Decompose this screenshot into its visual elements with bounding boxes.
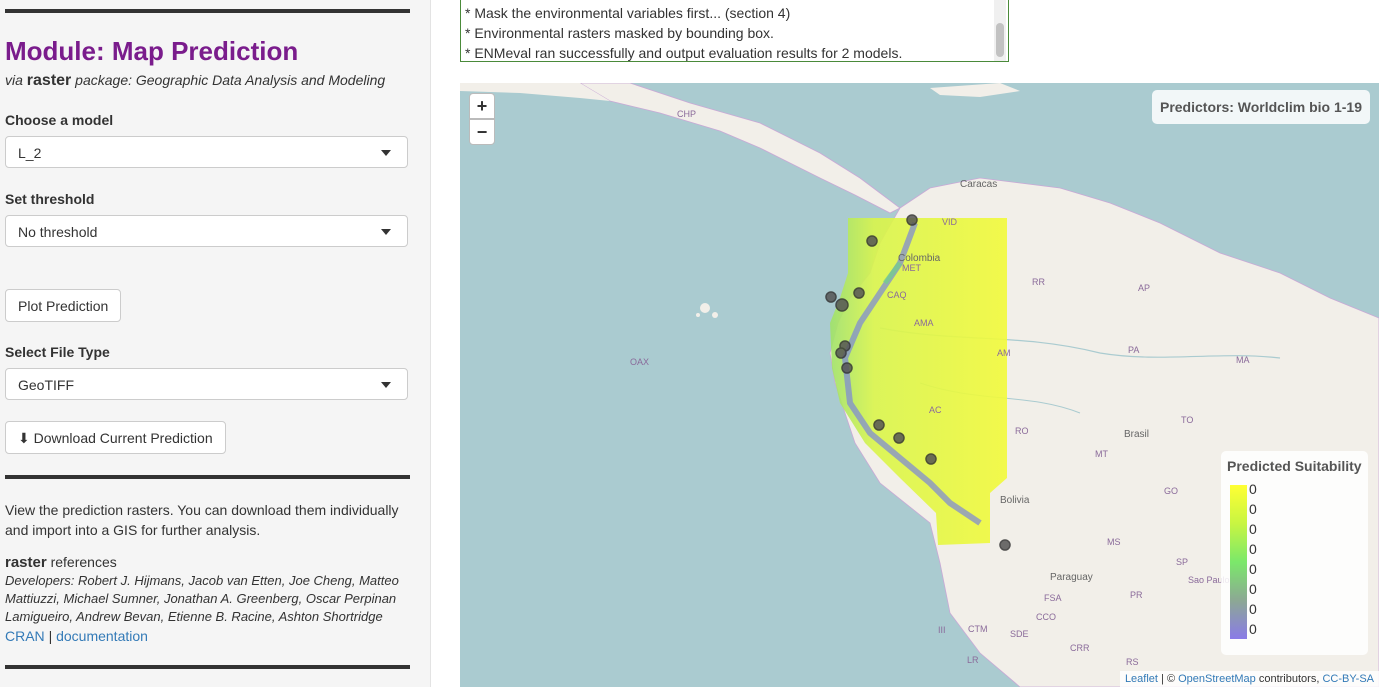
chevron-down-icon — [381, 382, 391, 388]
threshold-select-value: No threshold — [18, 224, 98, 240]
map-label: AMA — [914, 318, 934, 328]
map-label: MS — [1107, 537, 1121, 547]
map-label: RS — [1126, 657, 1139, 667]
cran-link[interactable]: CRAN — [5, 628, 45, 644]
predictors-label: Predictors: Worldclim bio 1-19 — [1151, 90, 1370, 124]
map-label: AC — [929, 405, 942, 415]
sidebar-panel: Module: Map Prediction via raster packag… — [0, 0, 431, 687]
map-label: SP — [1176, 557, 1188, 567]
map-label: Bolivia — [1000, 495, 1030, 506]
legend-color-bar — [1230, 485, 1247, 639]
subtitle-package: raster — [26, 72, 72, 89]
map-label: OAX — [630, 357, 649, 367]
map-label: TO — [1181, 415, 1193, 425]
chevron-down-icon — [381, 150, 391, 156]
download-icon: ⬇ — [18, 430, 30, 446]
download-button-label: Download Current Prediction — [33, 430, 213, 446]
model-select[interactable]: L_2 — [5, 136, 408, 168]
plot-prediction-button[interactable]: Plot Prediction — [5, 289, 122, 322]
suitability-legend: Predicted Suitability 0 0 0 0 0 0 0 0 — [1221, 451, 1368, 655]
threshold-select[interactable]: No threshold — [5, 215, 408, 247]
attribution-separator: | © — [1161, 673, 1176, 685]
map-label: Paraguay — [1050, 572, 1093, 583]
map-label: PA — [1128, 345, 1139, 355]
legend-tick: 0 — [1249, 581, 1257, 597]
legend-tick: 0 — [1249, 501, 1257, 517]
model-label: Choose a model — [5, 112, 114, 128]
map-label: MT — [1095, 449, 1108, 459]
map-label: AP — [1138, 283, 1150, 293]
map-label: CRR — [1070, 643, 1090, 653]
map-attribution: Leaflet | © OpenStreetMap contributors, … — [1119, 671, 1379, 687]
documentation-link[interactable]: documentation — [56, 628, 148, 644]
map-label: CHP — [677, 109, 696, 119]
ref-word: references — [50, 554, 117, 570]
legend-tick: 0 — [1249, 601, 1257, 617]
filetype-select[interactable]: GeoTIFF — [5, 368, 408, 400]
subtitle-rest: package: Geographic Data Analysis and Mo… — [75, 72, 386, 88]
ref-links: CRAN | documentation — [5, 626, 415, 646]
legend-title: Predicted Suitability — [1227, 458, 1362, 474]
log-line: * Environmental rasters masked by boundi… — [465, 25, 774, 41]
middle-divider — [5, 475, 410, 479]
map-label: GO — [1164, 486, 1178, 496]
legend-tick: 0 — [1249, 521, 1257, 537]
osm-link[interactable]: OpenStreetMap — [1178, 673, 1256, 685]
module-title: Module: Map Prediction — [5, 36, 299, 66]
prediction-map[interactable]: OAX CHP Caracas VID Colombia MET CAQ AMA… — [460, 83, 1379, 687]
map-label: SDE — [1010, 629, 1029, 639]
filetype-label: Select File Type — [5, 344, 110, 360]
leaflet-link[interactable]: Leaflet — [1125, 673, 1158, 685]
log-line: * ENMeval ran successfully and output ev… — [465, 45, 903, 61]
map-label: RO — [1015, 426, 1029, 436]
bottom-divider — [5, 665, 410, 669]
map-label: Caracas — [960, 179, 997, 190]
map-label: VID — [942, 217, 958, 227]
description-text: View the prediction rasters. You can dow… — [5, 502, 399, 538]
legend-tick: 0 — [1249, 561, 1257, 577]
license-link[interactable]: CC-BY-SA — [1322, 673, 1374, 685]
map-label: AM — [997, 348, 1011, 358]
map-label: RR — [1032, 277, 1045, 287]
log-line: * Mask the environmental variables first… — [465, 5, 791, 21]
filetype-select-value: GeoTIFF — [18, 377, 75, 393]
attribution-contributors: contributors, — [1258, 673, 1320, 685]
map-label: III — [938, 625, 946, 635]
chevron-down-icon — [381, 229, 391, 235]
log-scrollbar-thumb[interactable] — [996, 23, 1004, 57]
map-label: CTM — [968, 624, 988, 634]
map-label: MET — [902, 263, 922, 273]
ref-package: raster — [5, 554, 47, 571]
module-subtitle: via raster package: Geographic Data Anal… — [5, 72, 385, 90]
top-divider — [5, 9, 410, 13]
zoom-in-button[interactable]: + — [469, 93, 495, 119]
download-prediction-button[interactable]: ⬇ Download Current Prediction — [5, 421, 226, 454]
map-label: FSA — [1044, 593, 1062, 603]
model-select-value: L_2 — [18, 145, 42, 161]
threshold-label: Set threshold — [5, 191, 95, 207]
map-label: PR — [1130, 590, 1143, 600]
map-label: CCO — [1036, 612, 1056, 622]
map-label: Brasil — [1124, 429, 1149, 440]
subtitle-prefix: via — [5, 72, 23, 88]
references-heading: raster references — [5, 552, 415, 573]
map-label: MA — [1236, 355, 1250, 365]
link-separator: | — [48, 628, 53, 644]
map-label: CAQ — [887, 290, 907, 300]
legend-tick: 0 — [1249, 481, 1257, 497]
zoom-out-button[interactable]: − — [469, 119, 495, 145]
map-label: LR — [967, 655, 979, 665]
developers-text: Developers: Robert J. Hijmans, Jacob van… — [5, 573, 399, 624]
legend-tick: 0 — [1249, 541, 1257, 557]
log-box[interactable]: * Mask the environmental variables first… — [460, 0, 1009, 62]
legend-tick: 0 — [1249, 621, 1257, 637]
